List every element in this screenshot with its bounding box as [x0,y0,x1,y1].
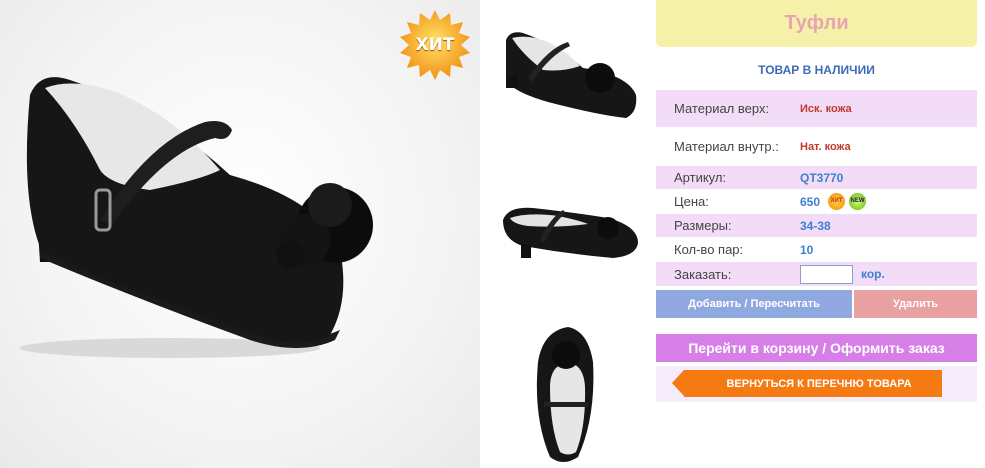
shoe-thumb-front-illustration [488,158,649,309]
thumbnail-2[interactable] [488,158,649,309]
spec-label: Размеры: [674,218,732,233]
spec-row-article: Артикул: QT3770 [656,166,977,189]
order-label: Заказать: [674,266,732,282]
spec-value: Нат. кожа [800,140,851,153]
spec-row-pairs: Кол-во пар: 10 [656,238,977,261]
shoe-thumb-top-illustration [488,317,649,468]
spec-row-sizes: Размеры: 34-38 [656,214,977,237]
spec-label: Кол-во пар: [674,242,744,257]
spec-label: Материал верх: [674,101,770,116]
add-recalculate-button[interactable]: Добавить / Пересчитать [656,290,852,318]
order-unit: кор. [861,267,885,281]
spec-value: 34-38 [800,218,831,233]
spec-value: Иск. кожа [800,102,852,115]
thumbnail-3[interactable] [488,317,649,468]
back-button-container: ВЕРНУТЬСЯ К ПЕРЕЧНЮ ТОВАРА [656,366,977,402]
spec-row-inner-material: Материал внутр.: Нат. кожа [656,128,977,165]
main-product-image[interactable]: ХИТ [0,0,480,468]
spec-label: Цена: [674,194,709,209]
back-to-list-button[interactable]: ВЕРНУТЬСЯ К ПЕРЕЧНЮ ТОВАРА [672,370,942,397]
hit-badge: ХИТ [398,8,472,82]
spec-row-price: Цена: 650 ХИТ NEW [656,190,977,213]
product-title: Туфли [656,0,977,47]
order-row: Заказать: кор. [656,262,977,286]
hit-mini-badge-icon: ХИТ [828,193,846,210]
shoe-thumb-side-illustration [488,0,649,151]
quantity-input[interactable] [800,264,853,284]
availability-status: ТОВАР В НАЛИЧИИ [758,63,875,77]
hit-badge-label: ХИТ [415,35,455,55]
delete-button[interactable]: Удалить [854,290,977,318]
spec-value: QT3770 [800,170,844,185]
spec-value: 10 [800,242,814,257]
new-mini-badge-icon: NEW [849,193,867,210]
go-to-cart-button[interactable]: Перейти в корзину / Оформить заказ [656,334,977,362]
spec-value: 650 [800,194,821,209]
thumbnail-1[interactable] [488,0,649,151]
spec-row-upper-material: Материал верх: Иск. кожа [656,90,977,127]
spec-label: Материал внутр.: [674,139,779,154]
spec-label: Артикул: [674,170,727,185]
